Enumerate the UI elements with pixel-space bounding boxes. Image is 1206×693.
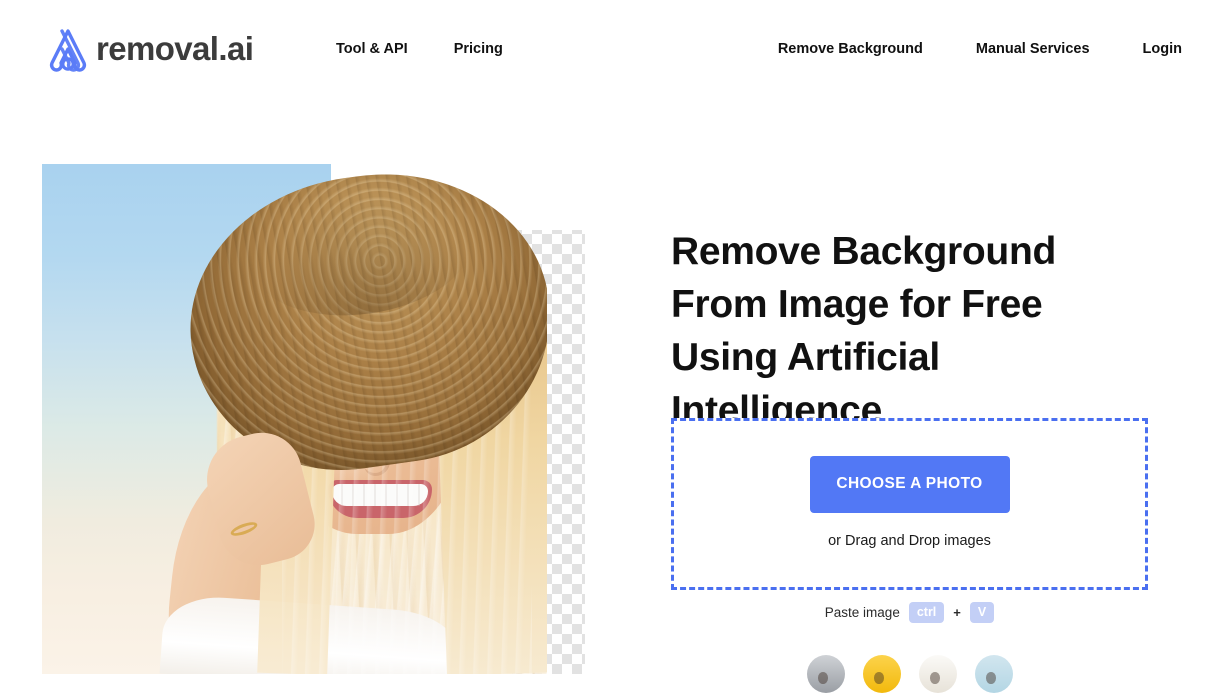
transparency-checkerboard-right-edge (547, 230, 585, 674)
nav-item-manual-services[interactable]: Manual Services (976, 40, 1090, 59)
photo-subject-woman (42, 164, 585, 674)
brand-logo[interactable]: removal.ai (42, 22, 254, 78)
site-header: removal.ai Tool & API Pricing Remove Bac… (0, 0, 1206, 100)
paste-image-label: Paste image (824, 605, 900, 620)
paste-image-hint: Paste image ctrl + V (671, 602, 1148, 623)
nav-item-login[interactable]: Login (1143, 40, 1182, 59)
sample-thumb-4[interactable] (974, 655, 1013, 693)
removal-ai-logo-icon (42, 24, 94, 76)
nav-item-remove-background[interactable]: Remove Background (778, 40, 923, 59)
key-badge-ctrl: ctrl (908, 602, 945, 623)
sample-thumb-1[interactable] (806, 655, 845, 693)
primary-nav-right: Remove Background Manual Services Login (778, 40, 1182, 59)
choose-a-photo-button[interactable]: CHOOSE A PHOTO (809, 455, 1010, 513)
sample-images-row (671, 655, 1148, 693)
hero-text-column: Remove Background From Image for Free Us… (671, 225, 1161, 437)
key-badge-v: V (969, 602, 995, 623)
key-separator: + (953, 605, 961, 620)
brand-name: removal.ai (96, 30, 254, 67)
hero-sample-image (42, 164, 585, 674)
nav-item-pricing[interactable]: Pricing (454, 40, 503, 59)
upload-dropzone[interactable]: CHOOSE A PHOTO or Drag and Drop images (671, 418, 1148, 590)
nav-item-tool-api[interactable]: Tool & API (336, 40, 408, 59)
sample-thumb-3[interactable] (918, 655, 957, 693)
page-title: Remove Background From Image for Free Us… (671, 230, 1056, 432)
primary-nav-left: Tool & API Pricing (336, 40, 503, 59)
sample-thumb-2[interactable] (862, 655, 901, 693)
drag-and-drop-hint: or Drag and Drop images (828, 532, 991, 549)
